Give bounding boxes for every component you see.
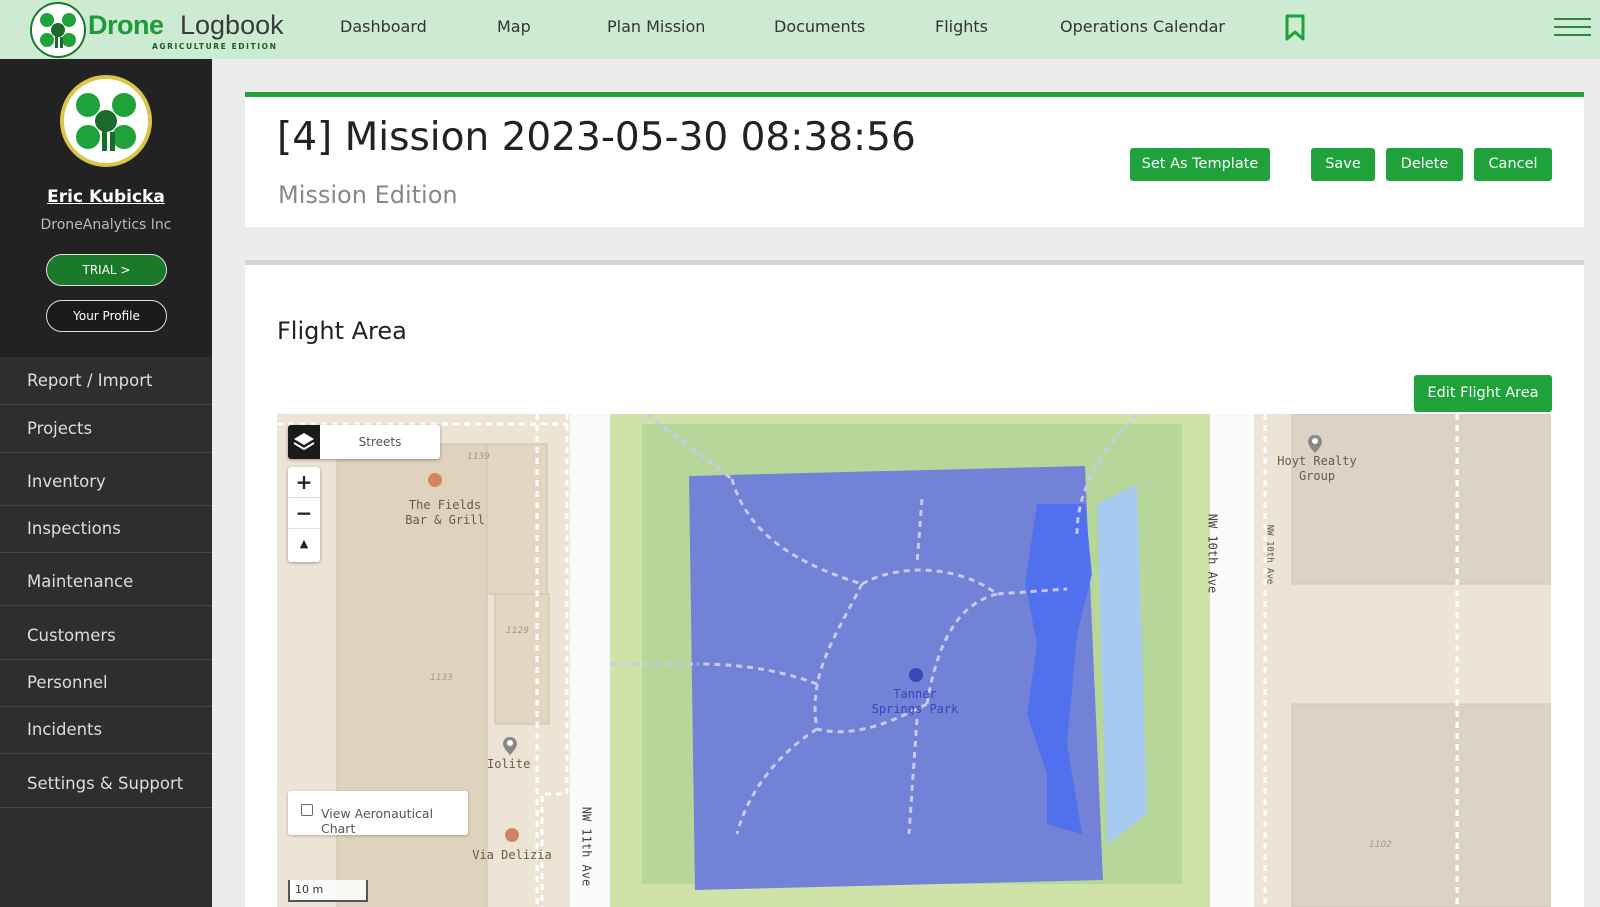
- mission-header-card: [4] Mission 2023-05-30 08:38:56 Mission …: [245, 92, 1584, 227]
- company-name: DroneAnalytics Inc: [40, 217, 172, 233]
- sidebar-item-customers[interactable]: Customers: [0, 612, 212, 660]
- address-1133: 1133: [430, 673, 453, 683]
- street-label-nw10: NW 10th Ave: [1205, 513, 1220, 594]
- map-tiles: [277, 414, 1551, 907]
- set-as-template-button[interactable]: Set As Template: [1130, 148, 1270, 181]
- nav-plan-mission[interactable]: Plan Mission: [607, 17, 705, 36]
- hamburger-menu-icon[interactable]: [1554, 18, 1591, 38]
- user-name-link[interactable]: Eric Kubicka: [0, 187, 212, 207]
- logo[interactable]: Drone Logbook AGRICULTURE EDITION: [30, 0, 288, 59]
- sidebar-item-incidents[interactable]: Incidents: [0, 706, 212, 754]
- address-1102: 1102: [1369, 840, 1392, 850]
- cancel-button[interactable]: Cancel: [1474, 148, 1552, 181]
- logo-drone-icon: [30, 1, 86, 58]
- map-label-iolite: Iolite: [487, 757, 531, 771]
- save-button[interactable]: Save: [1311, 148, 1375, 181]
- sidebar-item-settings-support[interactable]: Settings & Support: [0, 760, 212, 808]
- delete-button[interactable]: Delete: [1386, 148, 1463, 181]
- address-1129: 1129: [506, 626, 529, 636]
- compass-icon[interactable]: ▲: [288, 529, 320, 560]
- nav-dashboard[interactable]: Dashboard: [340, 17, 427, 36]
- trial-button[interactable]: TRIAL >: [46, 254, 167, 286]
- nav-operations-calendar[interactable]: Operations Calendar: [1060, 17, 1225, 36]
- flight-area-title: Flight Area: [277, 317, 407, 345]
- restaurant-pin-icon: [428, 473, 442, 487]
- layer-switcher[interactable]: Streets: [288, 425, 440, 459]
- sidebar-item-projects[interactable]: Projects: [0, 405, 212, 453]
- nav-documents[interactable]: Documents: [774, 17, 865, 36]
- layers-icon[interactable]: [288, 425, 320, 459]
- layer-label[interactable]: Streets: [320, 425, 440, 459]
- map-label-fields: The Fields Bar & Grill: [405, 498, 485, 527]
- street-label-nw11: NW 11th Ave: [579, 806, 594, 887]
- sidebar-item-inspections[interactable]: Inspections: [0, 505, 212, 553]
- map-scale: 10 m: [288, 880, 368, 902]
- brand-edition: AGRICULTURE EDITION: [152, 42, 278, 51]
- zoom-in-button[interactable]: +: [288, 467, 320, 498]
- mission-title: [4] Mission 2023-05-30 08:38:56: [277, 115, 916, 160]
- restaurant-pin-icon: [505, 828, 519, 842]
- aeronautical-chart-label: View Aeronautical Chart: [321, 806, 434, 836]
- map-label-hoyt: Hoyt Realty Group: [1277, 454, 1357, 483]
- brand-name-bold: Drone: [88, 10, 164, 40]
- map-label-park: Tanner Springs Park: [871, 687, 959, 716]
- zoom-control: + − ▲: [288, 467, 320, 562]
- aeronautical-chart-checkbox[interactable]: [301, 804, 313, 816]
- sidebar-item-report-import[interactable]: Report / Import: [0, 357, 212, 405]
- edit-flight-area-button[interactable]: Edit Flight Area: [1414, 375, 1552, 412]
- nav-map[interactable]: Map: [497, 17, 531, 36]
- sidebar-item-personnel[interactable]: Personnel: [0, 659, 212, 707]
- sidebar: Eric Kubicka DroneAnalytics Inc TRIAL > …: [0, 59, 212, 907]
- aeronautical-chart-toggle[interactable]: View Aeronautical Chart: [288, 791, 468, 836]
- your-profile-button[interactable]: Your Profile: [46, 300, 167, 332]
- brand-name-light: Logbook: [180, 10, 284, 40]
- bookmark-icon[interactable]: [1284, 14, 1306, 41]
- top-navigation: Drone Logbook AGRICULTURE EDITION Dashbo…: [0, 0, 1600, 59]
- map-label-via-delizia: Via Delizia: [472, 848, 552, 862]
- flight-area-map[interactable]: The Fields Bar & Grill Iolite Via Delizi…: [277, 414, 1551, 907]
- sidebar-item-inventory[interactable]: Inventory: [0, 458, 212, 506]
- location-pin-icon: [503, 737, 517, 755]
- nav-flights[interactable]: Flights: [935, 17, 988, 36]
- street-label-nw10-small: NW 10th Ave: [1264, 524, 1275, 585]
- profile-panel: Eric Kubicka DroneAnalytics Inc TRIAL > …: [0, 59, 212, 357]
- sidebar-item-maintenance[interactable]: Maintenance: [0, 558, 212, 606]
- park-pin-icon: [909, 668, 923, 682]
- zoom-out-button[interactable]: −: [288, 498, 320, 529]
- mission-subtitle: Mission Edition: [278, 181, 458, 209]
- location-pin-icon: [1308, 435, 1322, 453]
- avatar[interactable]: [60, 75, 152, 167]
- address-1139: 1139: [467, 452, 490, 462]
